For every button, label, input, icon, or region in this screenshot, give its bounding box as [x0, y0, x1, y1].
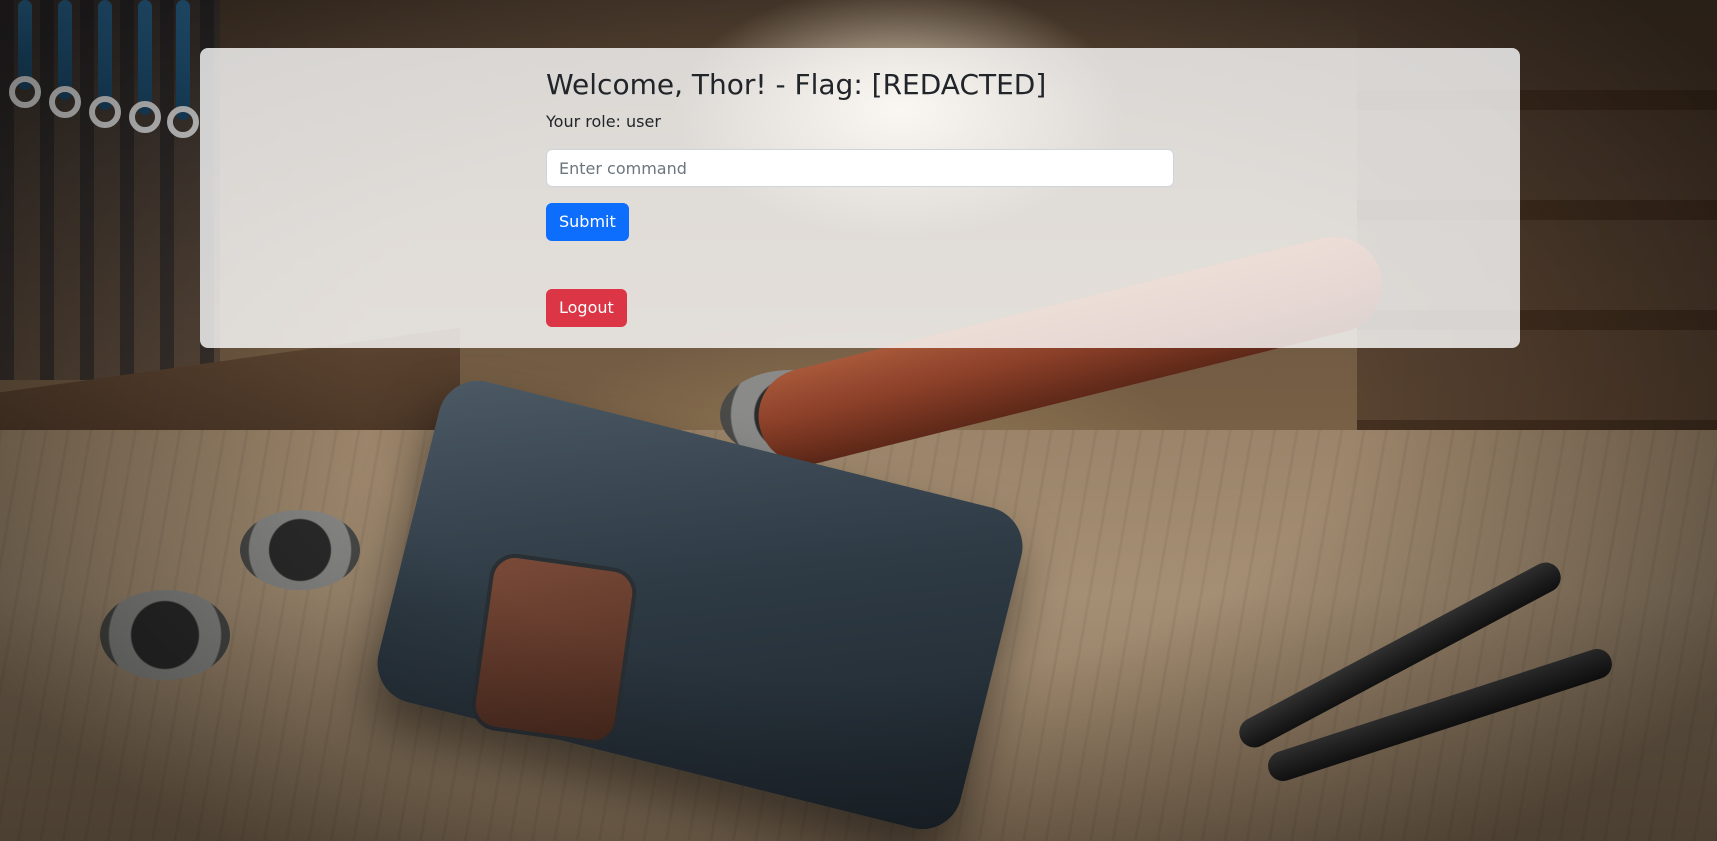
role-text: Your role: user [546, 112, 661, 131]
main-content: Welcome, Thor! - Flag: [REDACTED] Your r… [546, 66, 1174, 327]
logout-button[interactable]: Logout [546, 289, 627, 327]
submit-button[interactable]: Submit [546, 203, 629, 241]
welcome-heading: Welcome, Thor! - Flag: [REDACTED] [546, 68, 1047, 101]
command-input[interactable] [546, 149, 1174, 187]
command-form: Submit [546, 149, 1174, 241]
